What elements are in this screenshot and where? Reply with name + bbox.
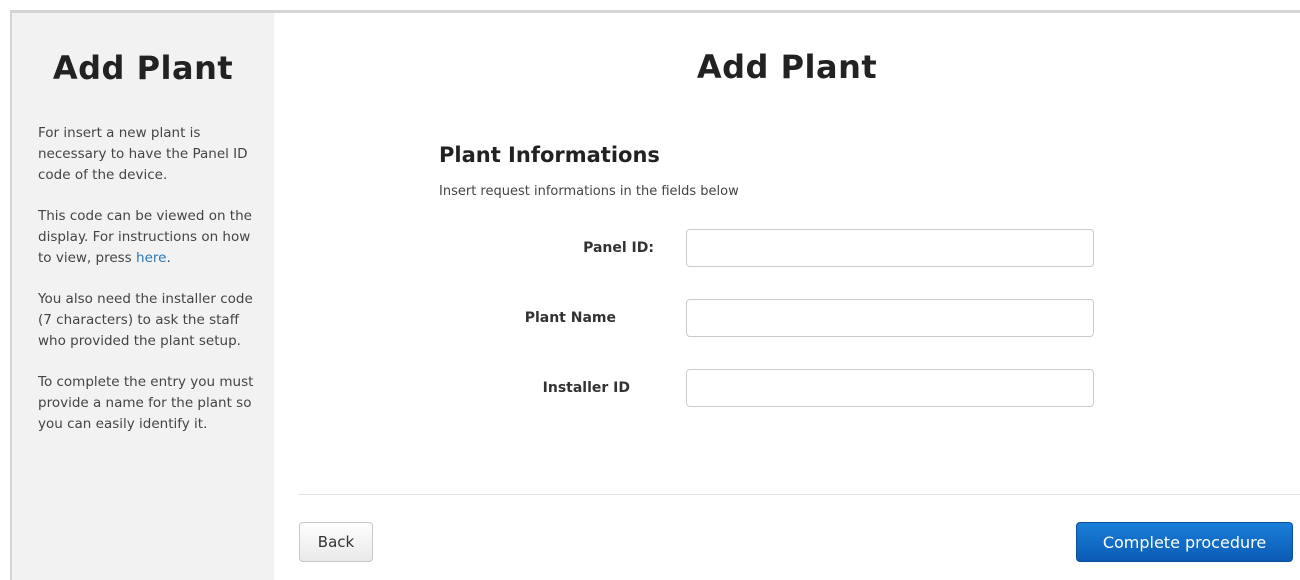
sidebar-title: Add Plant (52, 49, 234, 87)
section-title: Plant Informations (439, 143, 660, 167)
instructions-link[interactable]: here (136, 250, 166, 266)
plant-name-input[interactable] (686, 299, 1094, 337)
help-paragraph-installer: You also need the installer code (7 char… (38, 291, 253, 349)
footer-divider (298, 494, 1300, 495)
page: Add Plant For insert a new plant is nece… (0, 0, 1300, 580)
plant-name-label: Plant Name (524, 310, 616, 326)
panel-id-input[interactable] (686, 229, 1094, 267)
help-paragraph-panel-id: For insert a new plant is necessary to h… (38, 125, 248, 183)
sidebar-help-text: For insert a new plant is necessary to h… (38, 123, 268, 455)
installer-id-label: Installer ID (542, 380, 630, 396)
installer-id-input[interactable] (686, 369, 1094, 407)
panel-id-label: Panel ID: (583, 240, 654, 256)
help-paragraph-name: To complete the entry you must provide a… (38, 374, 254, 432)
section-subtitle: Insert request informations in the field… (439, 184, 739, 199)
back-button[interactable]: Back (299, 522, 373, 562)
help-paragraph-display: This code can be viewed on the display. … (38, 206, 268, 269)
page-title: Add Plant (696, 48, 878, 86)
help-paragraph-display-end: . (166, 250, 171, 266)
complete-procedure-button[interactable]: Complete procedure (1076, 522, 1293, 562)
help-sidebar: Add Plant For insert a new plant is nece… (12, 13, 274, 580)
